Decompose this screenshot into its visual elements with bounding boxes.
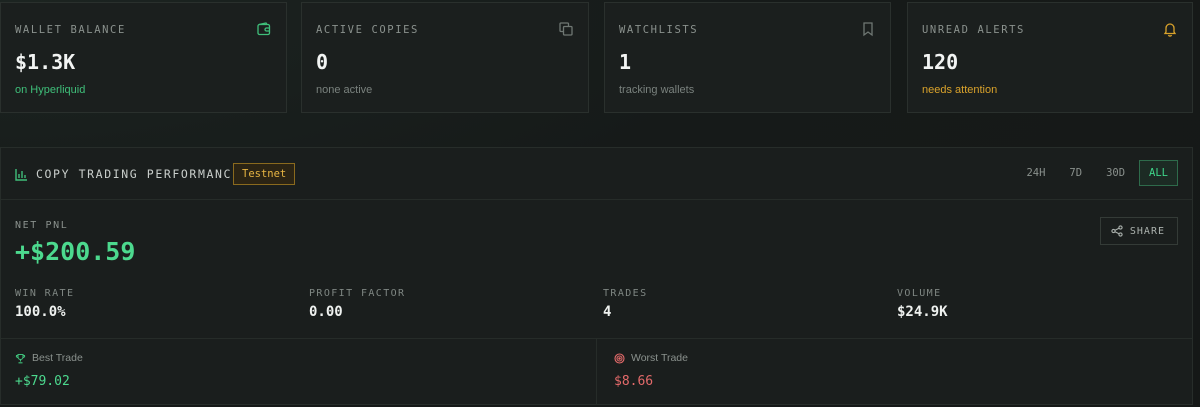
testnet-badge: Testnet xyxy=(233,163,296,185)
metric-value: 0.00 xyxy=(309,304,343,320)
best-worst-trades-row: Best Trade +$79.02 Worst Trade $8.66 xyxy=(1,338,1192,405)
stat-subtext: tracking wallets xyxy=(619,84,695,96)
worst-trade-cell: Worst Trade $8.66 xyxy=(597,339,1194,405)
stat-card-wallet-balance: WALLET BALANCE $1.3K on Hyperliquid xyxy=(0,2,287,113)
copy-icon xyxy=(559,22,573,36)
trophy-icon xyxy=(15,353,26,363)
best-trade-label: Best Trade xyxy=(32,352,83,364)
performance-header: COPY TRADING PERFORMANCE Testnet 24H 7D … xyxy=(1,148,1192,200)
metric-label: WIN RATE xyxy=(15,288,75,299)
range-tab-7d[interactable]: 7D xyxy=(1059,160,1092,186)
stat-value: $1.3K xyxy=(15,50,76,74)
stat-subtext: none active xyxy=(316,84,373,96)
metric-value: 100.0% xyxy=(15,304,66,320)
worst-trade-label-row: Worst Trade xyxy=(614,352,688,364)
range-tab-24h[interactable]: 24H xyxy=(1016,160,1055,186)
bookmark-icon xyxy=(863,22,873,37)
performance-title: COPY TRADING PERFORMANCE xyxy=(36,167,241,181)
time-range-tabs: 24H 7D 30D ALL xyxy=(1016,160,1178,186)
stat-subtext: on Hyperliquid xyxy=(15,84,86,96)
stat-card-active-copies: ACTIVE COPIES 0 none active xyxy=(301,2,589,113)
metric-label: VOLUME xyxy=(897,288,942,299)
target-icon xyxy=(614,352,625,364)
stat-label: WATCHLISTS xyxy=(619,24,699,36)
range-tab-30d[interactable]: 30D xyxy=(1096,160,1135,186)
stat-value: 120 xyxy=(922,50,959,74)
best-trade-label-row: Best Trade xyxy=(15,352,83,364)
best-trade-cell: Best Trade +$79.02 xyxy=(1,339,597,405)
metric-value: $24.9K xyxy=(897,304,948,320)
range-tab-all[interactable]: ALL xyxy=(1139,160,1178,186)
stat-card-unread-alerts: UNREAD ALERTS 120 needs attention xyxy=(907,2,1193,113)
metric-label: TRADES xyxy=(603,288,648,299)
copy-trading-performance-panel: COPY TRADING PERFORMANCE Testnet 24H 7D … xyxy=(0,147,1193,405)
best-trade-value: +$79.02 xyxy=(15,374,70,389)
stat-subtext: needs attention xyxy=(922,84,998,96)
net-pnl-value: +$200.59 xyxy=(15,237,136,266)
stat-label: WALLET BALANCE xyxy=(15,24,126,36)
metric-win-rate: WIN RATE 100.0% xyxy=(15,288,74,320)
worst-trade-value: $8.66 xyxy=(614,374,654,389)
metric-profit-factor: PROFIT FACTOR 0.00 xyxy=(309,288,405,320)
stat-value: 1 xyxy=(619,50,632,74)
share-icon xyxy=(1111,225,1123,237)
stat-card-watchlists: WATCHLISTS 1 tracking wallets xyxy=(604,2,891,113)
stat-value: 0 xyxy=(316,50,329,74)
bell-icon xyxy=(1163,23,1177,37)
stat-label: UNREAD ALERTS xyxy=(922,24,1025,36)
stat-label: ACTIVE COPIES xyxy=(316,24,419,36)
metric-volume: VOLUME $24.9K xyxy=(897,288,948,320)
share-label: SHARE xyxy=(1129,225,1165,237)
metric-trades: TRADES 4 xyxy=(603,288,648,320)
share-button[interactable]: SHARE xyxy=(1099,217,1178,245)
wallet-icon xyxy=(257,22,271,36)
metric-value: 4 xyxy=(603,304,612,320)
bar-chart-icon xyxy=(15,169,27,181)
metric-label: PROFIT FACTOR xyxy=(309,288,406,299)
worst-trade-label: Worst Trade xyxy=(631,352,688,364)
net-pnl-label: NET PNL xyxy=(15,220,69,231)
